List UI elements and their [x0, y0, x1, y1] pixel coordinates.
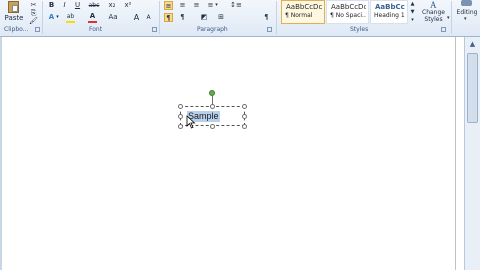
borders-button[interactable]: ⊞ — [215, 13, 227, 22]
resize-handle-middle-right[interactable] — [242, 114, 247, 119]
change-styles-label: Change Styles — [422, 9, 445, 23]
highlight-color-bar — [66, 21, 75, 23]
format-painter-icon[interactable]: 🖌 — [29, 17, 38, 26]
shrink-font-button[interactable]: A — [144, 13, 153, 22]
resize-handle-top-right[interactable] — [242, 104, 247, 109]
dropdown-arrow-icon[interactable]: ▾ — [214, 1, 219, 10]
style-heading-1[interactable]: AaBbCc Heading 1 — [370, 0, 408, 24]
styles-dialog-launcher[interactable] — [441, 27, 446, 32]
scrollbar-thumb[interactable] — [467, 53, 478, 123]
style-no-spacing[interactable]: AaBbCcDc ¶ No Spaci... — [326, 0, 369, 24]
paste-button[interactable]: Paste — [3, 1, 25, 25]
dropdown-arrow-icon: ▾ — [464, 16, 467, 22]
ribbon: Paste ✂ ⎘ 🖌 Clipbo... B I U abc x₂ x² A … — [0, 0, 480, 37]
line-spacing-button[interactable]: ↕≡ — [229, 1, 243, 10]
editing-button[interactable]: Editing ▾ — [454, 0, 480, 26]
align-center-button[interactable]: ≡ — [178, 1, 187, 10]
separator — [276, 1, 277, 34]
subscript-button[interactable]: x₂ — [106, 1, 118, 10]
style-name: ¶ Normal — [285, 12, 313, 19]
superscript-button[interactable]: x² — [122, 1, 134, 10]
style-normal[interactable]: AaBbCcDc ¶ Normal — [281, 0, 325, 24]
align-right-button[interactable]: ≡ — [192, 1, 201, 10]
resize-handle-top-center[interactable] — [210, 104, 215, 109]
ltr-text-direction-button[interactable]: ¶ — [164, 13, 173, 22]
style-preview: AaBbCcDc — [331, 3, 366, 11]
style-name: ¶ No Spaci... — [330, 12, 366, 19]
clipboard-dialog-launcher[interactable] — [35, 27, 40, 32]
dropdown-arrow-icon[interactable]: ▾ — [55, 13, 60, 22]
dropdown-arrow-icon: ▾ — [447, 15, 450, 21]
paste-icon — [8, 1, 19, 13]
shading-button[interactable]: ◩ — [198, 13, 210, 22]
paste-label: Paste — [4, 14, 24, 22]
font-color-bar — [88, 21, 97, 23]
font-dialog-launcher[interactable] — [152, 27, 157, 32]
resize-handle-middle-left[interactable] — [178, 114, 183, 119]
change-styles-button[interactable]: A Change Styles ▾ — [419, 0, 451, 26]
font-group-label: Font — [89, 26, 103, 33]
show-formatting-marks-button[interactable]: ¶ — [262, 13, 271, 22]
change-case-button[interactable]: Aa — [107, 13, 119, 22]
paragraph-group-label: Paragraph — [197, 26, 228, 33]
resize-handle-top-left[interactable] — [178, 104, 183, 109]
bold-button[interactable]: B — [47, 1, 56, 10]
style-preview: AaBbCc — [375, 3, 405, 11]
rotation-handle[interactable] — [209, 90, 215, 96]
styles-group-label: Styles — [350, 26, 369, 33]
resize-handle-bottom-left[interactable] — [178, 124, 183, 129]
document-page[interactable] — [0, 37, 480, 270]
separator — [451, 1, 452, 34]
vertical-scrollbar[interactable]: ▲ — [464, 37, 480, 270]
style-name: Heading 1 — [374, 12, 405, 19]
mouse-cursor-icon — [186, 115, 196, 129]
font-color-button[interactable]: A — [88, 12, 97, 21]
clipboard-group-label: Clipbo... — [4, 26, 29, 33]
scroll-up-icon[interactable]: ▲ — [467, 39, 478, 50]
italic-button[interactable]: I — [60, 1, 69, 10]
separator — [42, 1, 43, 34]
underline-button[interactable]: U — [73, 1, 82, 10]
resize-handle-bottom-center[interactable] — [210, 124, 215, 129]
binoculars-icon — [461, 0, 472, 6]
paragraph-dialog-launcher[interactable] — [267, 27, 272, 32]
strikethrough-button[interactable]: abc — [87, 1, 101, 10]
highlight-button[interactable]: ab — [65, 12, 76, 21]
style-preview: AaBbCcDc — [286, 3, 322, 11]
grow-font-button[interactable]: A — [132, 13, 141, 22]
separator — [159, 1, 160, 34]
page-right-edge — [455, 37, 456, 270]
gallery-more-icon[interactable]: ▾ — [409, 16, 416, 25]
align-left-button[interactable]: ≡ — [164, 1, 173, 10]
resize-handle-bottom-right[interactable] — [242, 124, 247, 129]
page-left-border — [0, 37, 2, 270]
rtl-text-direction-button[interactable]: ¶ — [178, 13, 187, 22]
editing-label: Editing — [456, 9, 478, 16]
